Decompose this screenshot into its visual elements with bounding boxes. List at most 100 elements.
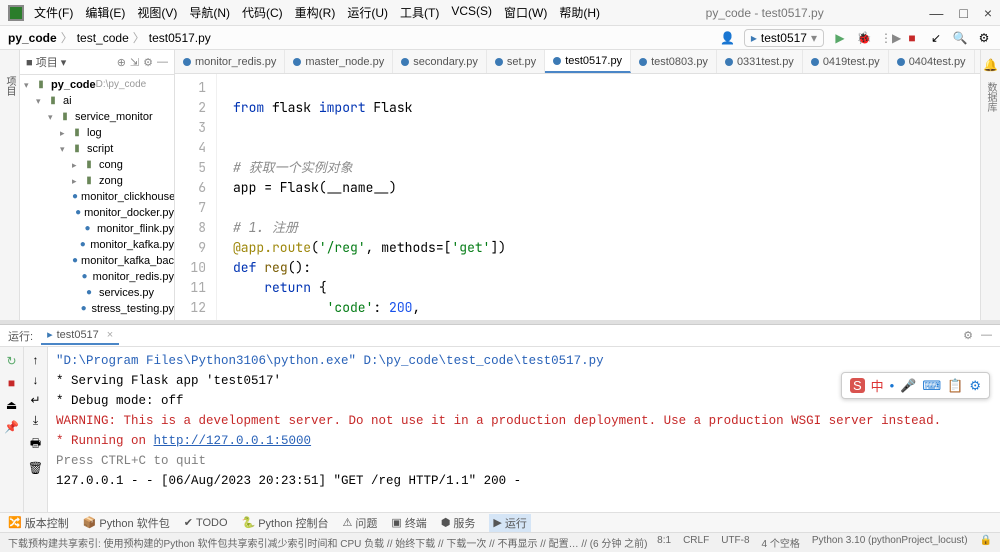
- search-everywhere-icon[interactable]: 🔍: [952, 31, 968, 45]
- exit-icon[interactable]: ⏏: [4, 397, 20, 413]
- notifications-icon[interactable]: 🔔: [983, 58, 998, 72]
- app-logo: [8, 5, 24, 21]
- run-config-selector[interactable]: ▸ test0517 ▾: [744, 29, 824, 47]
- editor-tab[interactable]: 0331test.py: [717, 50, 803, 73]
- editor-tab[interactable]: set.py: [487, 50, 545, 73]
- tool-python-console[interactable]: 🐍 Python 控制台: [242, 515, 329, 531]
- ime-punct-icon[interactable]: •: [890, 378, 895, 393]
- tree-file[interactable]: ●clean_log.py: [20, 317, 174, 320]
- window-title: py_code - test0517.py: [600, 6, 929, 20]
- down-icon[interactable]: ↓: [33, 373, 39, 387]
- pin-icon[interactable]: 📌: [4, 419, 20, 435]
- ime-clipboard-icon[interactable]: 📋: [947, 378, 963, 394]
- menu-vcs[interactable]: VCS(S): [451, 4, 492, 21]
- run-hide-icon[interactable]: —: [981, 329, 992, 342]
- login-icon[interactable]: 👤: [720, 31, 736, 45]
- debug-button-icon[interactable]: 🐞: [856, 31, 872, 45]
- rerun-icon[interactable]: ↻: [4, 353, 20, 369]
- tool-python-packages[interactable]: 📦 Python 软件包: [83, 515, 170, 531]
- menu-file[interactable]: 文件(F): [34, 4, 73, 21]
- database-tool-tab[interactable]: 数据库: [983, 82, 998, 112]
- menu-window[interactable]: 窗口(W): [504, 4, 547, 21]
- editor-tab[interactable]: test0803.py: [631, 50, 717, 73]
- breadcrumb-file[interactable]: test0517.py: [149, 31, 211, 45]
- status-indent[interactable]: 4 个空格: [762, 535, 800, 550]
- sidebar-hide-icon[interactable]: —: [157, 56, 168, 69]
- up-icon[interactable]: ↑: [33, 353, 39, 367]
- tree-folder[interactable]: ▾▮ai: [20, 93, 174, 109]
- menu-refactor[interactable]: 重构(R): [295, 4, 336, 21]
- status-lineending[interactable]: CRLF: [683, 535, 709, 550]
- menu-tools[interactable]: 工具(T): [400, 4, 439, 21]
- breadcrumb: py_code 〉 test_code 〉 test0517.py: [8, 29, 211, 46]
- tree-file[interactable]: ●stress_testing.py: [20, 301, 174, 317]
- tree-folder[interactable]: ▾▮service_monitor: [20, 109, 174, 125]
- tree-file[interactable]: ●monitor_flink.py: [20, 221, 174, 237]
- ime-palette[interactable]: S 中 • 🎤 ⌨ 📋 ⚙: [841, 372, 990, 399]
- status-message[interactable]: 下载预构建共享索引: 使用预构建的Python 软件包共享索引减少索引时间和 C…: [8, 535, 647, 550]
- tree-root[interactable]: ▾▮py_code D:\py_code: [20, 77, 174, 93]
- editor-tab[interactable]: 0404test.py: [889, 50, 975, 73]
- tree-file[interactable]: ●monitor_redis.py: [20, 269, 174, 285]
- ime-keyboard-icon[interactable]: ⌨: [922, 378, 941, 394]
- sidebar-expand-icon[interactable]: ⇲: [130, 56, 139, 69]
- status-lock-icon[interactable]: 🔒: [980, 535, 992, 550]
- run-panel-label: 运行:: [8, 328, 33, 344]
- menu-code[interactable]: 代码(C): [242, 4, 283, 21]
- minimize-button[interactable]: —: [929, 5, 943, 21]
- tree-folder[interactable]: ▸▮zong: [20, 173, 174, 189]
- tree-file[interactable]: ●monitor_docker.py: [20, 205, 174, 221]
- maximize-button[interactable]: □: [959, 5, 967, 21]
- ime-settings-icon[interactable]: ⚙: [969, 378, 981, 394]
- breadcrumb-root[interactable]: py_code: [8, 31, 57, 45]
- tool-todo[interactable]: ✔ TODO: [184, 516, 228, 529]
- scroll-end-icon[interactable]: ⤓: [33, 413, 38, 428]
- close-button[interactable]: ×: [984, 5, 992, 21]
- tool-terminal[interactable]: ▣ 终端: [391, 515, 426, 531]
- sidebar-select-icon[interactable]: ⊕: [117, 56, 126, 69]
- clear-icon[interactable]: 🗑: [28, 461, 43, 475]
- console-url-link[interactable]: http://127.0.0.1:5000: [154, 434, 312, 448]
- run-button-icon[interactable]: ▶: [832, 31, 848, 45]
- menu-run[interactable]: 运行(U): [347, 4, 388, 21]
- menu-view[interactable]: 视图(V): [137, 4, 177, 21]
- tree-folder[interactable]: ▸▮cong: [20, 157, 174, 173]
- menu-navigate[interactable]: 导航(N): [189, 4, 230, 21]
- stop-icon[interactable]: ■: [4, 375, 20, 391]
- stop-button-icon[interactable]: ■: [904, 31, 920, 45]
- tool-problems[interactable]: ⚠ 问题: [343, 515, 378, 531]
- tree-folder[interactable]: ▸▮log: [20, 125, 174, 141]
- tool-vcs[interactable]: 🔀 版本控制: [8, 515, 69, 531]
- editor-tab[interactable]: secondary.py: [393, 50, 487, 73]
- editor-tab[interactable]: test0517.py: [545, 50, 631, 73]
- settings-icon[interactable]: ⚙: [976, 31, 992, 45]
- ime-lang-icon[interactable]: 中: [871, 376, 884, 395]
- menu-edit[interactable]: 编辑(E): [85, 4, 125, 21]
- tree-folder[interactable]: ▾▮script: [20, 141, 174, 157]
- breadcrumb-folder[interactable]: test_code: [77, 31, 129, 45]
- status-caret[interactable]: 8:1: [657, 535, 671, 550]
- tool-services[interactable]: ⬢ 服务: [441, 515, 476, 531]
- status-encoding[interactable]: UTF-8: [721, 535, 749, 550]
- editor-tab[interactable]: 0419test.py: [803, 50, 889, 73]
- tool-run[interactable]: ▶ 运行: [489, 514, 530, 532]
- tree-file[interactable]: ●monitor_kafka_backup.py: [20, 253, 174, 269]
- status-interpreter[interactable]: Python 3.10 (pythonProject_locust): [812, 535, 968, 550]
- ime-mic-icon[interactable]: 🎤: [900, 378, 916, 394]
- menu-help[interactable]: 帮助(H): [559, 4, 600, 21]
- tree-file[interactable]: ●monitor_kafka.py: [20, 237, 174, 253]
- tree-file[interactable]: ●services.py: [20, 285, 174, 301]
- project-tool-tab[interactable]: 项目: [2, 76, 17, 96]
- editor-tab[interactable]: monitor_redis.py: [175, 50, 285, 73]
- editor-tab[interactable]: master_node.py: [285, 50, 393, 73]
- print-icon[interactable]: 🖶: [30, 434, 41, 455]
- more-run-icon[interactable]: ⋮▶: [880, 31, 896, 45]
- sidebar-settings-icon[interactable]: ⚙: [143, 56, 153, 69]
- run-tab[interactable]: ▸test0517×: [41, 326, 119, 345]
- softwrap-icon[interactable]: ↵: [30, 393, 40, 407]
- ime-logo-icon: S: [850, 378, 865, 393]
- tree-file[interactable]: ●monitor_clickhouse.py: [20, 189, 174, 205]
- code-editor[interactable]: ✓from flask import Flask # 获取一个实例对象 app …: [217, 74, 1000, 320]
- git-update-icon[interactable]: ↙: [928, 31, 944, 45]
- run-settings-icon[interactable]: ⚙: [963, 329, 973, 342]
